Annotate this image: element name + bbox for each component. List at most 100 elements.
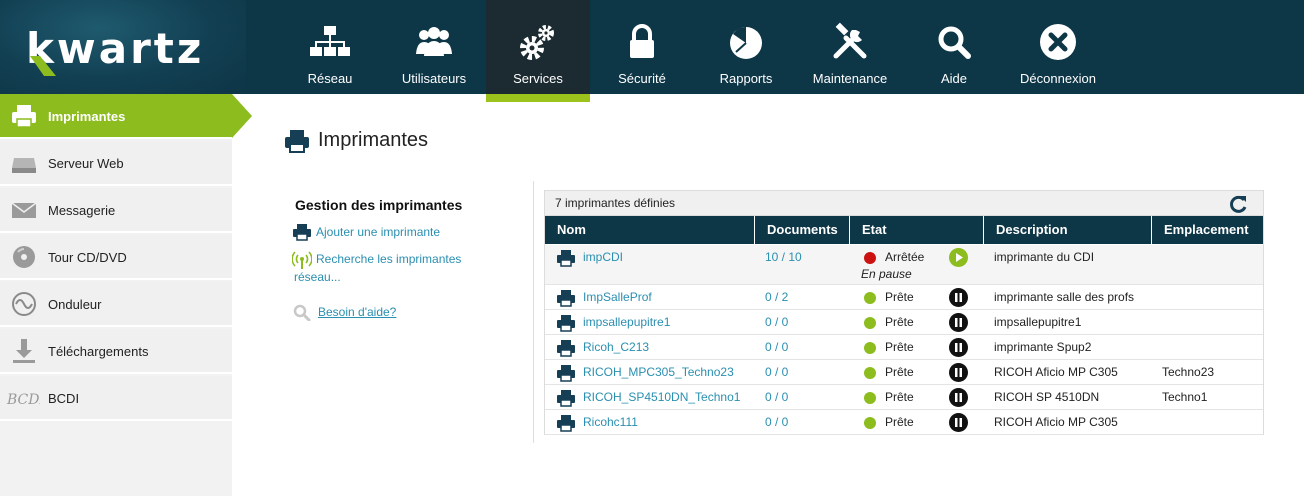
pause-icon: [955, 368, 962, 377]
printer-description: impsallepupitre1: [994, 315, 1082, 329]
printer-location: Techno23: [1162, 365, 1215, 379]
printer-description: RICOH SP 4510DN: [994, 390, 1100, 404]
pause-icon: [955, 343, 962, 352]
table-row[interactable]: Ricohc111 0 / 0 Prête RICOH Aficio MP C305: [545, 410, 1263, 435]
printer-icon: [285, 130, 309, 153]
sidebar-item-label: Onduleur: [48, 297, 102, 312]
printer-description: RICOH Aficio MP C305: [994, 365, 1118, 379]
sidebar-item-serveur-web[interactable]: Serveur Web: [0, 141, 232, 186]
nav-aide[interactable]: Aide: [902, 0, 1006, 102]
pause-icon: [955, 393, 962, 402]
sidebar-item-onduleur[interactable]: Onduleur: [0, 282, 232, 327]
printer-state: Prête: [885, 290, 914, 304]
table-row[interactable]: impsallepupitre1 0 / 0 Prête impsallepupitr…: [545, 310, 1263, 335]
status-dot: [864, 252, 876, 264]
status-dot: [864, 292, 876, 304]
help-link[interactable]: Besoin d'aide?: [318, 303, 396, 321]
close-circle-icon: [1040, 24, 1076, 60]
table-row[interactable]: impCDI 10 / 10 Arrêtée En pause imprimante d…: [545, 245, 1263, 285]
printer-icon: [557, 415, 575, 432]
pause-printer-button[interactable]: [949, 413, 968, 432]
documents-count-link[interactable]: 10 / 10: [765, 250, 802, 264]
add-printer-link[interactable]: Ajouter une imprimante: [316, 223, 440, 241]
search-network-printers-link[interactable]: Recherche les imprimantes: [316, 250, 461, 268]
svg-text:BCDI: BCDI: [6, 392, 40, 408]
wireless-search-icon: [292, 251, 312, 269]
sine-wave-icon: [12, 292, 36, 316]
pause-icon: [955, 318, 962, 327]
status-dot: [864, 417, 876, 429]
sidebar-item-imprimantes[interactable]: Imprimantes: [0, 94, 252, 139]
printer-name-link[interactable]: ImpSalleProf: [583, 290, 652, 304]
documents-count-link[interactable]: 0 / 0: [765, 390, 788, 404]
nav-deconnexion[interactable]: Déconnexion: [1006, 0, 1110, 102]
printer-icon: [557, 315, 575, 332]
printer-name-link[interactable]: RICOH_MPC305_Techno23: [583, 365, 734, 379]
pause-printer-button[interactable]: [949, 313, 968, 332]
sidebar-item-messagerie[interactable]: Messagerie: [0, 188, 232, 233]
nav-services[interactable]: Services: [486, 0, 590, 102]
documents-count-link[interactable]: 0 / 0: [765, 340, 788, 354]
column-header-documents[interactable]: Documents: [755, 216, 850, 244]
kwartz-logo[interactable]: kwartz: [0, 0, 246, 94]
pause-printer-button[interactable]: [949, 338, 968, 357]
column-header-emplacement[interactable]: Emplacement: [1152, 216, 1263, 244]
pause-printer-button[interactable]: [949, 388, 968, 407]
pause-printer-button[interactable]: [949, 288, 968, 307]
documents-count-link[interactable]: 0 / 0: [765, 365, 788, 379]
nav-securite[interactable]: Sécurité: [590, 0, 694, 102]
table-caption-bar: 7 imprimantes définies: [545, 191, 1263, 216]
status-dot: [864, 317, 876, 329]
network-icon: [310, 26, 350, 56]
printer-name-link[interactable]: Ricohc111: [583, 415, 638, 429]
refresh-icon[interactable]: [1227, 193, 1249, 215]
printer-icon: [557, 250, 575, 267]
sidebar-item-telechargements[interactable]: Téléchargements: [0, 329, 232, 374]
actions-title: Gestion des imprimantes: [295, 197, 463, 213]
printer-name-link[interactable]: Ricoh_C213: [583, 340, 649, 354]
printer-name-link[interactable]: impsallepupitre1: [583, 315, 670, 329]
table-row[interactable]: Ricoh_C213 0 / 0 Prête imprimante Spup2: [545, 335, 1263, 360]
nav-utilisateurs[interactable]: Utilisateurs: [382, 0, 486, 102]
nav-label: Maintenance: [812, 71, 888, 86]
printer-icon: [12, 105, 36, 128]
nav-reseau[interactable]: Réseau: [278, 0, 382, 102]
table-header: Nom Documents Etat Description Emplaceme…: [545, 216, 1263, 244]
search-network-printers-link-continued[interactable]: réseau...: [294, 268, 341, 286]
column-header-description[interactable]: Description: [984, 216, 1152, 244]
printer-description: RICOH Aficio MP C305: [994, 415, 1118, 429]
resume-printer-button[interactable]: [949, 248, 968, 267]
printer-name-link[interactable]: impCDI: [583, 250, 623, 264]
nav-maintenance[interactable]: Maintenance: [798, 0, 902, 102]
sidebar-item-bcdi[interactable]: BCDI BCDI: [0, 376, 232, 421]
table-row[interactable]: RICOH_SP4510DN_Techno1 0 / 0 Prête RICOH SP…: [545, 385, 1263, 410]
disc-icon: [13, 246, 35, 268]
top-navigation-bar: kwartz Réseau Utilisateurs Services Sécu…: [0, 0, 1304, 102]
table-row[interactable]: RICOH_MPC305_Techno23 0 / 0 Prête RICOH Afi…: [545, 360, 1263, 385]
documents-count-link[interactable]: 0 / 0: [765, 315, 788, 329]
page-title: Imprimantes: [318, 129, 429, 151]
printer-icon: [557, 365, 575, 382]
users-icon: [416, 27, 452, 56]
column-header-nom[interactable]: Nom: [545, 216, 755, 244]
column-header-etat[interactable]: Etat: [850, 216, 984, 244]
nav-rapports[interactable]: Rapports: [694, 0, 798, 102]
search-network-printers-link-line1: Recherche les imprimantes: [316, 252, 462, 266]
table-row[interactable]: ImpSalleProf 0 / 2 Prête imprimante salle d…: [545, 285, 1263, 310]
bcdi-logo-icon: BCDI: [6, 392, 40, 408]
sidebar-item-label: Serveur Web: [48, 156, 124, 171]
pause-printer-button[interactable]: [949, 363, 968, 382]
printer-icon: [557, 290, 575, 307]
documents-count-link[interactable]: 0 / 0: [765, 415, 788, 429]
lock-icon: [630, 24, 654, 58]
gears-icon: [520, 25, 554, 60]
documents-count-link[interactable]: 0 / 2: [765, 290, 788, 304]
pie-chart-icon: [730, 27, 762, 59]
sidebar-item-tour-cd-dvd[interactable]: Tour CD/DVD: [0, 235, 232, 280]
search-network-printers-link-line2: réseau...: [294, 270, 341, 284]
printer-name-link[interactable]: RICOH_SP4510DN_Techno1: [583, 390, 740, 404]
printer-state: Prête: [885, 390, 914, 404]
pause-icon: [955, 293, 962, 302]
vertical-divider: [533, 181, 534, 443]
printer-state: Prête: [885, 365, 914, 379]
